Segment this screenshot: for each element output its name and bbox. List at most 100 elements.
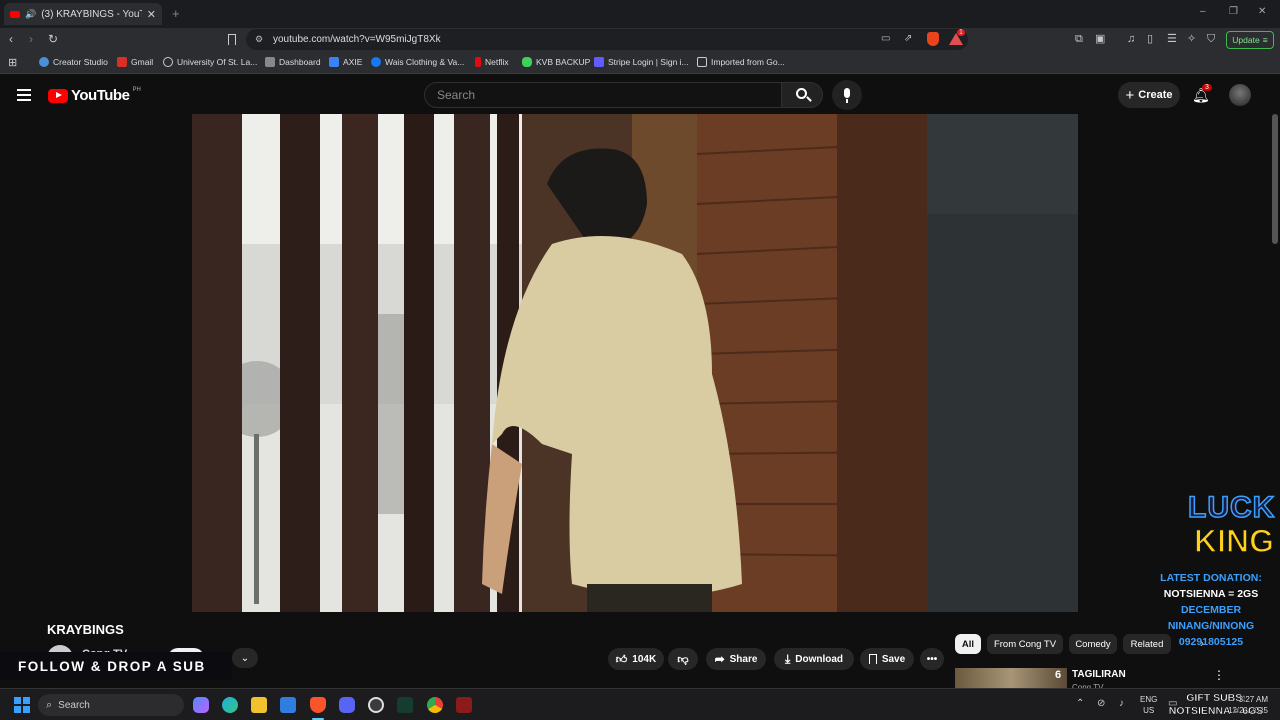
- share-page-icon[interactable]: ⇗: [904, 33, 912, 44]
- menu-icon: ≡: [1262, 35, 1268, 45]
- hamburger-menu-icon[interactable]: [17, 89, 31, 101]
- apps-grid-icon[interactable]: ⊞: [8, 56, 17, 69]
- terminal-icon[interactable]: [397, 697, 413, 713]
- vpn-icon[interactable]: ⛉: [1207, 33, 1215, 45]
- more-horizontal-icon: •••: [926, 653, 938, 665]
- close-window-icon[interactable]: ✕: [1258, 6, 1266, 17]
- bookmark-item[interactable]: Dashboard: [265, 57, 321, 67]
- windows-start-icon[interactable]: [14, 697, 30, 713]
- copilot-icon[interactable]: [193, 697, 209, 713]
- microphone-tray-icon[interactable]: ♪: [1119, 698, 1124, 709]
- bookmark-label: Creator Studio: [53, 57, 108, 67]
- save-button[interactable]: Save: [860, 648, 914, 670]
- voice-search-button[interactable]: [832, 80, 862, 110]
- download-button[interactable]: ⤓ Download: [774, 648, 854, 670]
- site-info-icon[interactable]: ⚙: [255, 34, 263, 45]
- brave-shield-icon[interactable]: [927, 32, 939, 46]
- playlist-count: 6: [1055, 669, 1062, 681]
- browser-tab-bar: 🔊 (3) KRAYBINGS - YouTube ✕ + – ❐ ✕: [0, 0, 1280, 28]
- chip-comedy[interactable]: Comedy: [1069, 634, 1117, 654]
- bookmark-item[interactable]: Gmail: [117, 57, 153, 67]
- game-app-icon[interactable]: [456, 697, 472, 713]
- update-button[interactable]: Update ≡: [1226, 31, 1274, 49]
- chrome-icon[interactable]: [427, 697, 443, 713]
- url-bar[interactable]: ⚙ youtube.com/watch?v=W95miJgT8Xk ▭ ⇗ 1: [246, 29, 968, 50]
- share-icon: ➦: [714, 652, 725, 666]
- bookmark-label: AXIE: [343, 57, 363, 67]
- close-tab-icon[interactable]: ✕: [147, 8, 156, 21]
- file-explorer-icon[interactable]: [251, 697, 267, 713]
- discord-icon[interactable]: [339, 697, 355, 713]
- bookmark-item[interactable]: University Of St. La...: [163, 57, 257, 67]
- chip-from-cong-tv[interactable]: From Cong TV: [987, 634, 1063, 654]
- url-text: youtube.com/watch?v=W95miJgT8Xk: [273, 34, 441, 45]
- page-scrollbar[interactable]: [1272, 114, 1278, 244]
- brave-browser-icon[interactable]: [310, 697, 326, 713]
- browser-tab[interactable]: 🔊 (3) KRAYBINGS - YouTube ✕: [4, 3, 162, 25]
- language-indicator[interactable]: ENG US: [1140, 694, 1157, 716]
- minimize-icon[interactable]: –: [1200, 6, 1206, 17]
- search-button[interactable]: [781, 82, 823, 108]
- chip-all[interactable]: All: [955, 634, 981, 654]
- bookmark-icon: [868, 654, 877, 664]
- dislike-button[interactable]: 👎︎: [668, 648, 698, 670]
- edge-icon[interactable]: [222, 697, 238, 713]
- obs-icon[interactable]: [368, 697, 384, 713]
- back-icon[interactable]: ‹: [9, 33, 13, 45]
- month-label: DECEMBER: [1180, 604, 1242, 616]
- notification-badge: 3: [1202, 84, 1212, 91]
- share-button[interactable]: ➦ Share: [706, 648, 766, 670]
- reading-list-icon[interactable]: ☰: [1167, 33, 1177, 45]
- follow-banner: FOLLOW & DROP A SUB: [0, 652, 232, 680]
- youtube-logo-text: YouTube: [71, 87, 130, 104]
- audio-icon[interactable]: 🔊: [25, 9, 36, 20]
- latest-donation-label: LATEST DONATION:: [1160, 572, 1262, 584]
- thumbs-down-icon: 👎︎: [677, 653, 689, 666]
- taskbar-search-placeholder: Search: [58, 699, 90, 711]
- more-vertical-icon[interactable]: ⋮: [1213, 668, 1225, 682]
- forward-icon[interactable]: ›: [29, 33, 33, 45]
- avatar[interactable]: [1229, 84, 1251, 106]
- bookmark-item[interactable]: Wais Clothing & Va...: [371, 57, 464, 67]
- creator-studio-icon: [39, 57, 49, 67]
- more-actions-button[interactable]: •••: [920, 648, 944, 670]
- join-button[interactable]: ⌄: [232, 648, 258, 668]
- media-icon[interactable]: ♫: [1127, 33, 1135, 45]
- bookmark-page-icon[interactable]: [228, 34, 236, 45]
- sidebar-icon[interactable]: ▯: [1147, 33, 1153, 45]
- search-input[interactable]: Search: [424, 82, 782, 108]
- dashboard-icon: [265, 57, 275, 67]
- extensions-icon[interactable]: ⧉: [1075, 33, 1083, 45]
- cast-icon[interactable]: ▭: [881, 33, 890, 44]
- like-count: 104K: [632, 653, 657, 665]
- youtube-logo[interactable]: YouTube PH: [48, 87, 141, 104]
- mail-icon[interactable]: [280, 697, 296, 713]
- leo-ai-icon[interactable]: ✧: [1187, 33, 1196, 45]
- taskbar-search[interactable]: ⌕ Search: [38, 694, 184, 716]
- bookmark-item[interactable]: Imported from Go...: [697, 57, 785, 67]
- create-button[interactable]: + Create: [1118, 82, 1180, 108]
- bookmark-item[interactable]: Netflix: [475, 57, 509, 67]
- notifications-button[interactable]: 🔔︎ 3: [1192, 84, 1212, 105]
- search-icon: ⌕: [46, 698, 53, 711]
- bookmark-item[interactable]: Creator Studio: [39, 57, 108, 67]
- new-tab-icon[interactable]: +: [172, 6, 180, 21]
- video-frame: [192, 114, 1078, 612]
- bookmark-item[interactable]: Stripe Login | Sign i...: [594, 57, 689, 67]
- bookmarks-bar: ⊞ Creator Studio Gmail University Of St.…: [0, 52, 1280, 74]
- like-button[interactable]: 👍︎ 104K: [608, 648, 664, 670]
- tray-overflow-icon[interactable]: ⌃: [1076, 698, 1084, 709]
- bookmark-item[interactable]: KVB BACKUP: [522, 57, 590, 67]
- recommendation-title: TAGILIRAN: [1072, 669, 1126, 680]
- recommendation-item[interactable]: 6 TAGILIRAN Cong TV ⋮: [955, 666, 1225, 692]
- video-title: KRAYBINGS: [47, 622, 124, 637]
- video-player[interactable]: [192, 114, 1078, 612]
- reload-icon[interactable]: ↻: [48, 33, 58, 45]
- thumbs-up-icon: 👍︎: [615, 653, 628, 666]
- bookmark-item[interactable]: AXIE: [329, 57, 362, 67]
- restore-icon[interactable]: ❐: [1229, 6, 1238, 17]
- wallet-icon[interactable]: ▣: [1095, 33, 1105, 45]
- rewards-badge: 1: [957, 29, 965, 36]
- download-label: Download: [795, 653, 844, 665]
- network-off-icon[interactable]: ⊘: [1097, 698, 1105, 709]
